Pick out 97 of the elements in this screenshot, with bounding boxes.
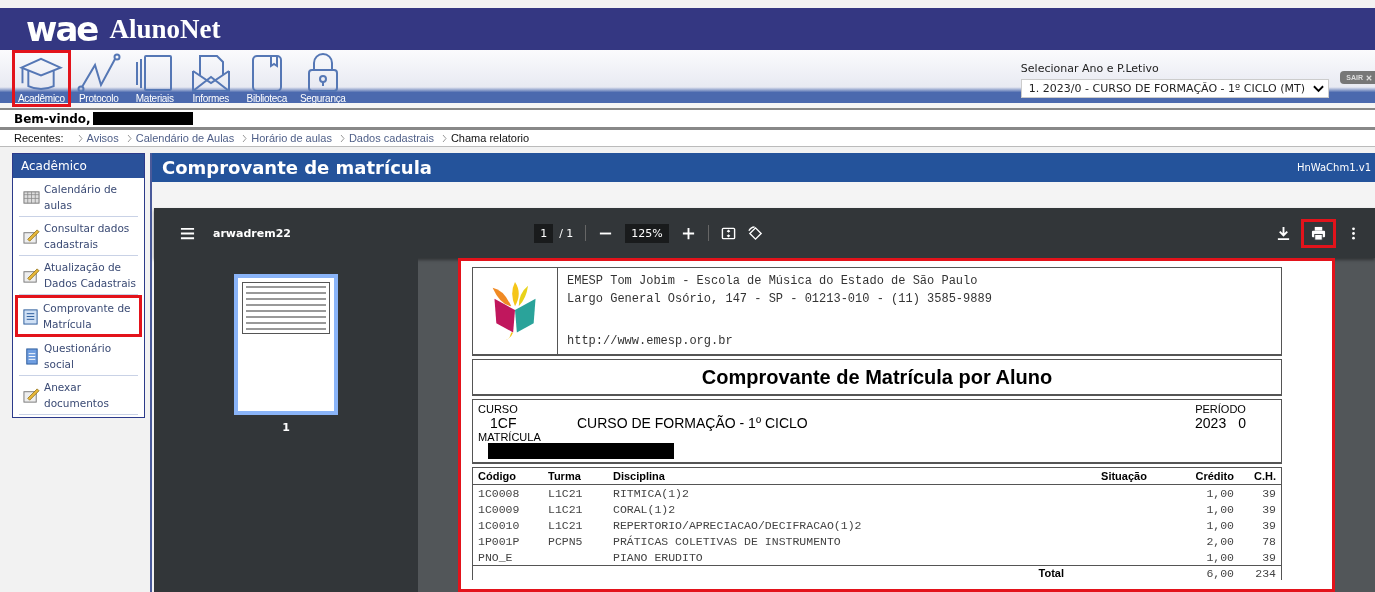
breadcrumb-link[interactable]: Dados cadastrais xyxy=(339,132,434,144)
table-cell-text: PNO_E xyxy=(478,550,514,564)
breadcrumb-link[interactable]: Horário de aulas xyxy=(242,132,332,144)
table-cell-text: 39 xyxy=(1261,502,1276,516)
table-cell-text: L1C21 xyxy=(548,518,584,532)
table-cell-text: 2,00 xyxy=(1205,534,1234,548)
table-cell-text: 1,00 xyxy=(1205,502,1234,516)
table-cell-text: RITMICA(1)2 xyxy=(613,486,690,500)
table-cell-text: 1P001P xyxy=(478,534,521,548)
file-name: arwadrem22 xyxy=(213,226,291,240)
table-cell-text: 1,00 xyxy=(1205,486,1234,500)
chevron-right-icon xyxy=(126,133,132,143)
total-label: Total xyxy=(1037,567,1065,579)
calendar-icon xyxy=(23,188,40,206)
chevron-right-icon xyxy=(441,133,447,143)
print-icon xyxy=(1311,225,1326,241)
column-header: Situação xyxy=(1100,470,1148,482)
column-header: C.H. xyxy=(1253,470,1276,482)
page-input[interactable]: 1 xyxy=(534,223,554,243)
period-label: Selecionar Ano e P.Letivo xyxy=(1020,62,1160,75)
sidebar-item[interactable]: Calendário de aulas xyxy=(19,178,138,217)
column-header: Turma xyxy=(548,470,582,482)
period-header: PERÍODO xyxy=(1195,403,1246,415)
close-icon xyxy=(1366,74,1372,81)
menu-icon[interactable] xyxy=(180,225,195,241)
table-cell-text: PRÁTICAS COLETIVAS DE INSTRUMENTO xyxy=(613,534,842,548)
table-cell-text: 1C0008 xyxy=(478,486,521,500)
page-total: / 1 xyxy=(559,226,574,240)
zoom-in-icon[interactable] xyxy=(680,225,696,241)
column-header: Disciplina xyxy=(613,470,666,482)
nav-item[interactable]: Materiais xyxy=(126,50,183,107)
sidebar-item[interactable]: Atualização de Dados Cadastrais xyxy=(19,256,138,295)
table-cell-text: L1C21 xyxy=(548,502,584,516)
column-header: Código xyxy=(478,470,517,482)
page-code: HnWaChm1.v1 xyxy=(1296,162,1371,173)
logo-text: wae xyxy=(26,11,98,47)
nav-item[interactable]: Biblioteca xyxy=(238,50,295,107)
sidebar-item[interactable]: Consultar dados cadastrais xyxy=(19,217,138,256)
fit-page-icon[interactable] xyxy=(720,225,736,241)
table-cell-text: PCPN5 xyxy=(548,534,584,548)
enrollment-label: MATRÍCULA xyxy=(478,431,541,443)
chevron-down-icon xyxy=(1313,84,1324,93)
sidebar-item[interactable]: Questionário social xyxy=(19,337,138,376)
thumbnail-number: 1 xyxy=(282,421,290,434)
page-title: Comprovante de matrícula xyxy=(162,157,432,178)
edit-note-icon xyxy=(23,227,40,245)
breadcrumb-link[interactable]: Avisos xyxy=(77,132,119,144)
total-credit: 6,00 xyxy=(1205,566,1234,580)
website-url: http://www.emesp.org.br xyxy=(567,334,734,348)
table-cell-text: 39 xyxy=(1261,486,1276,500)
chevron-right-icon xyxy=(77,133,83,143)
course-label: CURSO xyxy=(478,403,519,415)
column-header: Crédito xyxy=(1194,470,1234,482)
period-select[interactable]: 1. 2023/0 - CURSO DE FORMAÇÃO - 1º CICLO (MT) xyxy=(1020,79,1329,98)
zoom-field[interactable]: 125% xyxy=(625,223,669,243)
table-cell-text: 39 xyxy=(1261,518,1276,532)
rotate-icon[interactable] xyxy=(747,225,763,241)
table-cell-text: L1C21 xyxy=(548,486,584,500)
page-thumbnail[interactable] xyxy=(234,274,338,415)
table-cell-text: 1,00 xyxy=(1205,518,1234,532)
sidebar-item[interactable]: Comprovante de Matrícula xyxy=(15,295,142,337)
table-cell-text: 39 xyxy=(1261,550,1276,564)
course-name: CURSO DE FORMAÇÃO - 1º CICLO xyxy=(577,415,808,431)
download-icon[interactable] xyxy=(1276,225,1291,241)
nav-item[interactable]: Informes xyxy=(182,50,239,107)
chevron-right-icon xyxy=(339,133,345,143)
nav-item[interactable]: Segurança xyxy=(294,50,351,107)
edit-note-icon xyxy=(23,386,40,404)
table-cell-text: 78 xyxy=(1261,534,1276,548)
chevron-right-icon xyxy=(242,133,248,143)
welcome-text: Bem-vindo, xyxy=(14,111,91,126)
table-cell-text: PIANO ERUDITO xyxy=(613,550,704,564)
total-hours: 234 xyxy=(1254,566,1276,580)
sheet-icon xyxy=(23,347,40,365)
nav-item[interactable]: Acadêmico xyxy=(12,50,71,107)
table-cell-text: 1C0009 xyxy=(478,502,521,516)
institution-line: Largo General Osório, 147 - SP - 01213-010 - (11) 3585-9889 xyxy=(567,292,992,306)
edit-note-icon xyxy=(23,266,40,284)
period-number: 0 xyxy=(1238,415,1246,431)
period-year: 2023 xyxy=(1195,415,1227,431)
breadcrumb-link[interactable]: Calendário de Aulas xyxy=(126,132,235,144)
app-title: AlunoNet xyxy=(109,13,221,45)
line-chart-icon xyxy=(75,53,122,93)
nav-item[interactable]: Protocolo xyxy=(70,50,127,107)
course-code: 1CF xyxy=(489,415,518,431)
table-cell-text: CORAL(1)2 xyxy=(613,502,677,516)
sidebar-title: Acadêmico xyxy=(13,154,144,178)
table-cell-text: 1,00 xyxy=(1205,550,1234,564)
table-cell-text: REPERTORIO/APRECIACAO/DECIFRACAO(1)2 xyxy=(613,518,863,532)
breadcrumb-link[interactable]: Chama relatorio xyxy=(441,132,530,144)
document-list-icon xyxy=(22,307,39,325)
print-button[interactable] xyxy=(1301,218,1336,248)
document-title: Comprovante de Matrícula por Aluno xyxy=(701,365,1053,389)
institution-line: EMESP Tom Jobim - Escola de Música do Estado de São Paulo xyxy=(567,274,979,288)
sidebar-item[interactable]: Anexar documentos xyxy=(19,376,138,415)
table-cell-text: 1C0010 xyxy=(478,518,521,532)
recent-label: Recentes: xyxy=(14,132,64,144)
